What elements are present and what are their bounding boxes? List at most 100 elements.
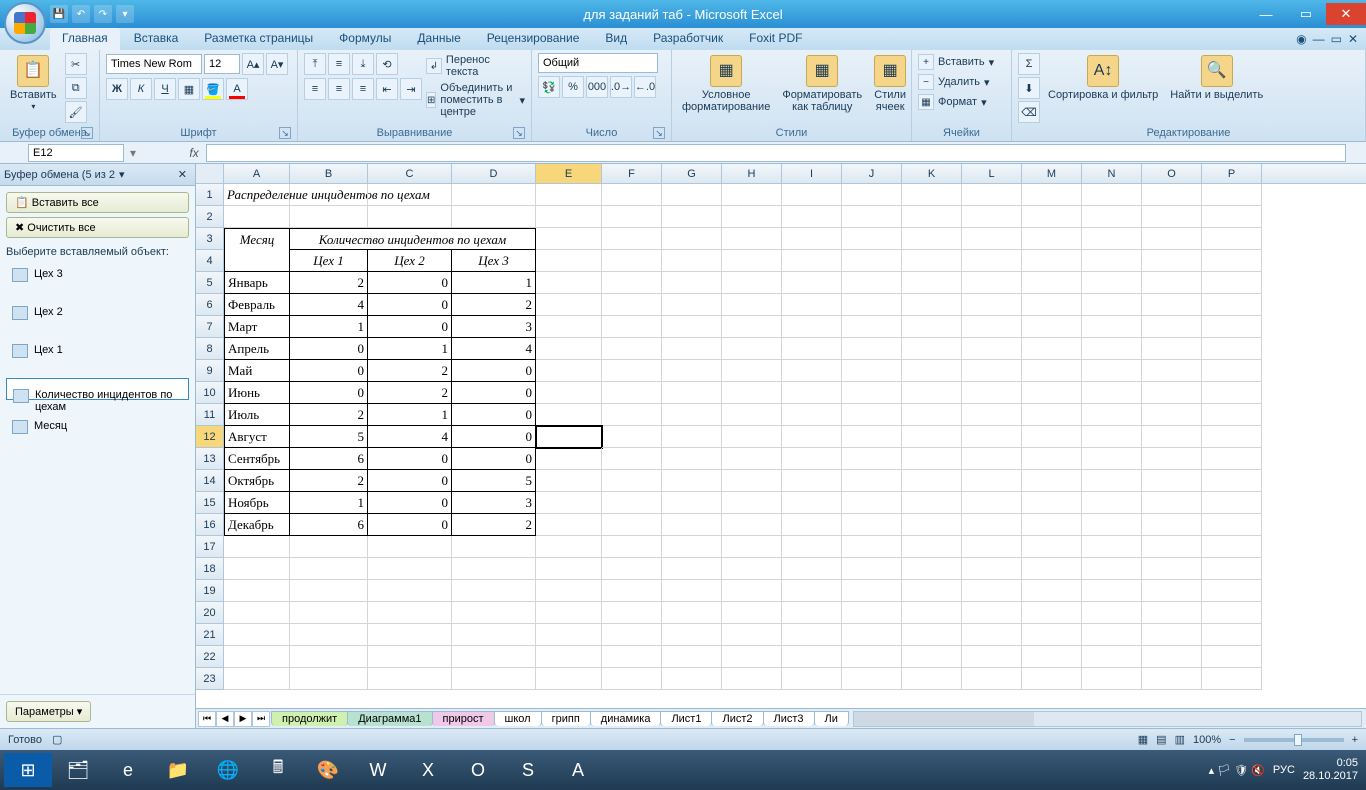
number-dialog-icon[interactable]: ↘ — [653, 127, 665, 139]
cell[interactable] — [962, 184, 1022, 206]
cell[interactable]: 2 — [368, 382, 452, 404]
cell[interactable] — [536, 426, 602, 448]
cell[interactable] — [536, 228, 602, 250]
cell[interactable] — [536, 558, 602, 580]
cell[interactable] — [1142, 250, 1202, 272]
cell[interactable]: 1 — [290, 492, 368, 514]
cell[interactable] — [536, 492, 602, 514]
cell[interactable] — [722, 536, 782, 558]
cell[interactable] — [782, 492, 842, 514]
cell[interactable] — [536, 404, 602, 426]
cell[interactable] — [1082, 184, 1142, 206]
cell[interactable] — [902, 536, 962, 558]
paste-all-button[interactable]: 📋 Вставить все — [6, 192, 189, 213]
cell[interactable] — [902, 184, 962, 206]
taskbar-calc[interactable]: 🖩 — [254, 753, 302, 787]
cell[interactable] — [902, 426, 962, 448]
cell[interactable] — [1022, 360, 1082, 382]
cell[interactable] — [662, 602, 722, 624]
column-header[interactable]: L — [962, 164, 1022, 183]
cell[interactable] — [662, 668, 722, 690]
cell[interactable] — [1202, 448, 1262, 470]
cell[interactable]: Распределение инцидентов по цехам — [224, 184, 290, 206]
cell[interactable] — [1082, 492, 1142, 514]
cell[interactable] — [962, 206, 1022, 228]
cell[interactable] — [602, 404, 662, 426]
cell[interactable] — [722, 668, 782, 690]
column-header[interactable]: K — [902, 164, 962, 183]
cell[interactable] — [290, 668, 368, 690]
cell[interactable]: 2 — [452, 294, 536, 316]
cell[interactable] — [842, 360, 902, 382]
cell[interactable] — [962, 602, 1022, 624]
cell[interactable] — [1142, 448, 1202, 470]
cell[interactable] — [782, 404, 842, 426]
row-header[interactable]: 3 — [196, 228, 224, 250]
cell[interactable] — [842, 250, 902, 272]
cell[interactable] — [452, 558, 536, 580]
cell[interactable] — [782, 470, 842, 492]
taskbar-ie[interactable]: e — [104, 753, 152, 787]
cell[interactable] — [902, 492, 962, 514]
column-header[interactable]: C — [368, 164, 452, 183]
cell[interactable]: Октябрь — [224, 470, 290, 492]
cell[interactable] — [722, 338, 782, 360]
cell[interactable]: Количество инцидентов по цехам — [290, 228, 536, 250]
cell[interactable] — [962, 668, 1022, 690]
cell[interactable] — [722, 492, 782, 514]
cell[interactable] — [722, 360, 782, 382]
taskpane-options-button[interactable]: Параметры ▾ — [6, 701, 91, 722]
zoom-slider[interactable] — [1244, 738, 1344, 742]
cell[interactable] — [1202, 228, 1262, 250]
cell[interactable] — [722, 602, 782, 624]
fx-icon[interactable]: fx — [182, 146, 206, 160]
cell[interactable] — [1142, 470, 1202, 492]
taskbar-word[interactable]: W — [354, 753, 402, 787]
cell[interactable] — [1082, 448, 1142, 470]
sort-filter-button[interactable]: A↕Сортировка и фильтр — [1044, 53, 1162, 103]
cell[interactable]: 1 — [290, 316, 368, 338]
cell[interactable]: 5 — [452, 470, 536, 492]
column-header[interactable]: E — [536, 164, 602, 183]
cell[interactable] — [962, 580, 1022, 602]
cell[interactable] — [1022, 602, 1082, 624]
cell[interactable] — [1142, 404, 1202, 426]
borders-icon[interactable]: ▦ — [178, 78, 200, 100]
cell[interactable] — [1202, 514, 1262, 536]
cell[interactable] — [290, 602, 368, 624]
cell[interactable] — [782, 624, 842, 646]
cell[interactable] — [602, 250, 662, 272]
cell[interactable] — [842, 184, 902, 206]
cell[interactable] — [902, 646, 962, 668]
cell[interactable] — [452, 668, 536, 690]
cell[interactable] — [1202, 316, 1262, 338]
format-painter-icon[interactable]: 🖌 — [65, 101, 87, 123]
cell[interactable] — [662, 426, 722, 448]
tray-clock[interactable]: 0:0528.10.2017 — [1303, 757, 1358, 783]
cell[interactable] — [1082, 228, 1142, 250]
align-center-icon[interactable]: ≡ — [328, 78, 350, 100]
cell[interactable] — [1142, 316, 1202, 338]
cell[interactable] — [722, 514, 782, 536]
cell[interactable] — [842, 470, 902, 492]
cell[interactable] — [962, 646, 1022, 668]
cell[interactable] — [662, 558, 722, 580]
column-header[interactable]: G — [662, 164, 722, 183]
cell[interactable] — [1082, 536, 1142, 558]
row-header[interactable]: 10 — [196, 382, 224, 404]
row-header[interactable]: 2 — [196, 206, 224, 228]
cell[interactable] — [368, 624, 452, 646]
cell[interactable] — [782, 382, 842, 404]
cell[interactable]: 0 — [368, 448, 452, 470]
taskbar-excel[interactable]: X — [404, 753, 452, 787]
cell[interactable]: 4 — [368, 426, 452, 448]
cell[interactable] — [962, 558, 1022, 580]
cell[interactable] — [1142, 492, 1202, 514]
cell[interactable] — [902, 470, 962, 492]
cell[interactable] — [602, 360, 662, 382]
horizontal-scrollbar[interactable] — [853, 711, 1362, 727]
row-header[interactable]: 12 — [196, 426, 224, 448]
delete-cells-button[interactable]: −Удалить ▾ — [918, 73, 994, 91]
cell[interactable] — [902, 624, 962, 646]
cell[interactable] — [1202, 558, 1262, 580]
